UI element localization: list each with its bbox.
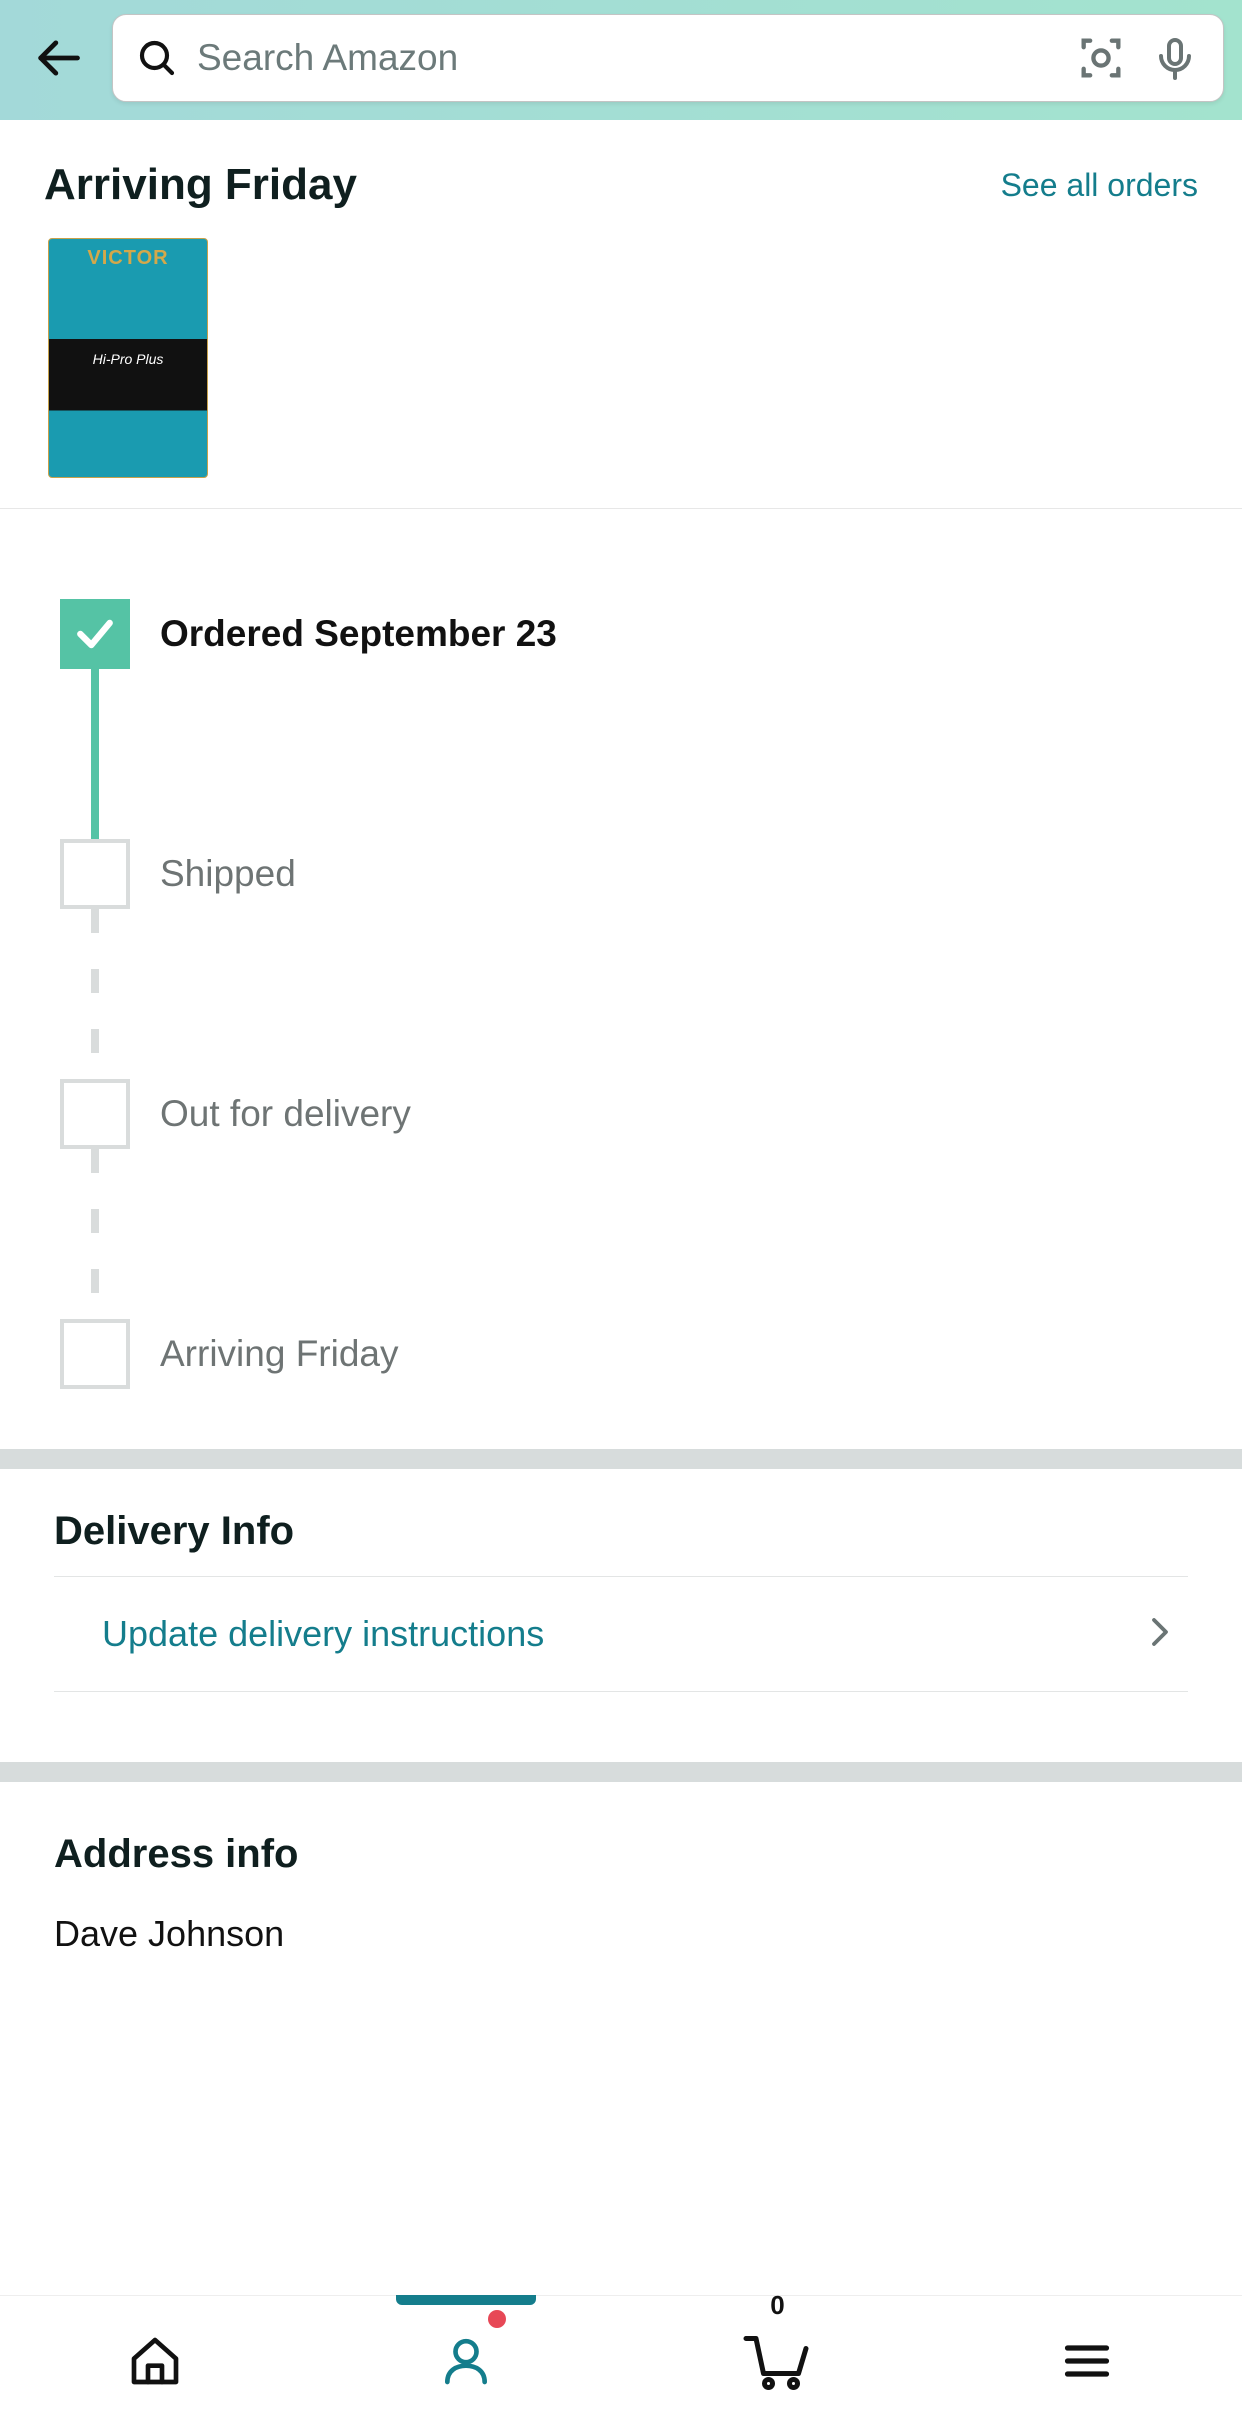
tracker-connector-solid [91,669,99,839]
hamburger-menu-icon [1061,2335,1113,2387]
notification-dot-icon [488,2310,506,2328]
tracker-step-label: Ordered September 23 [160,613,557,655]
address-info-section: Address info Dave Johnson [0,1782,1242,1965]
tracker-step-label: Arriving Friday [160,1333,399,1375]
nav-cart[interactable]: 0 [621,2296,932,2425]
address-info-title: Address info [54,1832,1188,1877]
update-delivery-instructions-label: Update delivery instructions [102,1613,544,1655]
delivery-info-title: Delivery Info [54,1509,1188,1576]
tracker-connector-dashed [91,1149,99,1319]
search-icon [137,38,177,78]
delivery-info-section: Delivery Info Update delivery instructio… [0,1469,1242,1762]
cart-icon [741,2331,811,2391]
address-recipient-name: Dave Johnson [54,1913,1188,1955]
tracker-step-ordered: Ordered September 23 [60,599,1182,669]
see-all-orders-link[interactable]: See all orders [1001,167,1198,204]
user-icon [438,2333,494,2389]
search-input[interactable] [197,37,1063,79]
order-header: Arriving Friday See all orders [0,120,1242,238]
search-bar[interactable] [112,14,1224,102]
microphone-icon[interactable] [1139,34,1199,82]
tracker-step-box [60,1319,130,1389]
product-brand-label: VICTOR [49,247,207,270]
tracker-step-box [60,1079,130,1149]
nav-home[interactable] [0,2296,311,2425]
arrow-left-icon [32,32,84,84]
bottom-navigation: 0 [0,2295,1242,2425]
product-name-label: Hi-Pro Plus [55,339,201,367]
tracker-step-box [60,839,130,909]
chevron-right-icon [1142,1614,1178,1655]
tracker-step-arriving: Arriving Friday [60,1319,1182,1389]
update-delivery-instructions-row[interactable]: Update delivery instructions [54,1576,1188,1692]
tracker-step-shipped: Shipped [60,839,1182,909]
product-thumbnail[interactable]: VICTOR Hi-Pro Plus [48,238,208,478]
shipment-tracker: Ordered September 23 Shipped Out for del… [0,509,1242,1449]
header-search-bar [0,0,1242,120]
camera-lens-icon[interactable] [1063,32,1139,84]
section-divider [0,1762,1242,1782]
tracker-step-label: Shipped [160,853,296,895]
nav-account[interactable] [311,2296,622,2425]
section-divider [0,1449,1242,1469]
back-button[interactable] [18,18,98,98]
order-section: Arriving Friday See all orders VICTOR Hi… [0,120,1242,509]
tracker-step-label: Out for delivery [160,1093,411,1135]
cart-count-label: 0 [770,2290,784,2321]
nav-menu[interactable] [932,2296,1242,2425]
tracker-connector-dashed [91,909,99,1079]
home-icon [127,2333,183,2389]
checkmark-icon [60,599,130,669]
arriving-title: Arriving Friday [44,160,357,210]
tracker-step-out-for-delivery: Out for delivery [60,1079,1182,1149]
nav-active-indicator [396,2295,536,2305]
